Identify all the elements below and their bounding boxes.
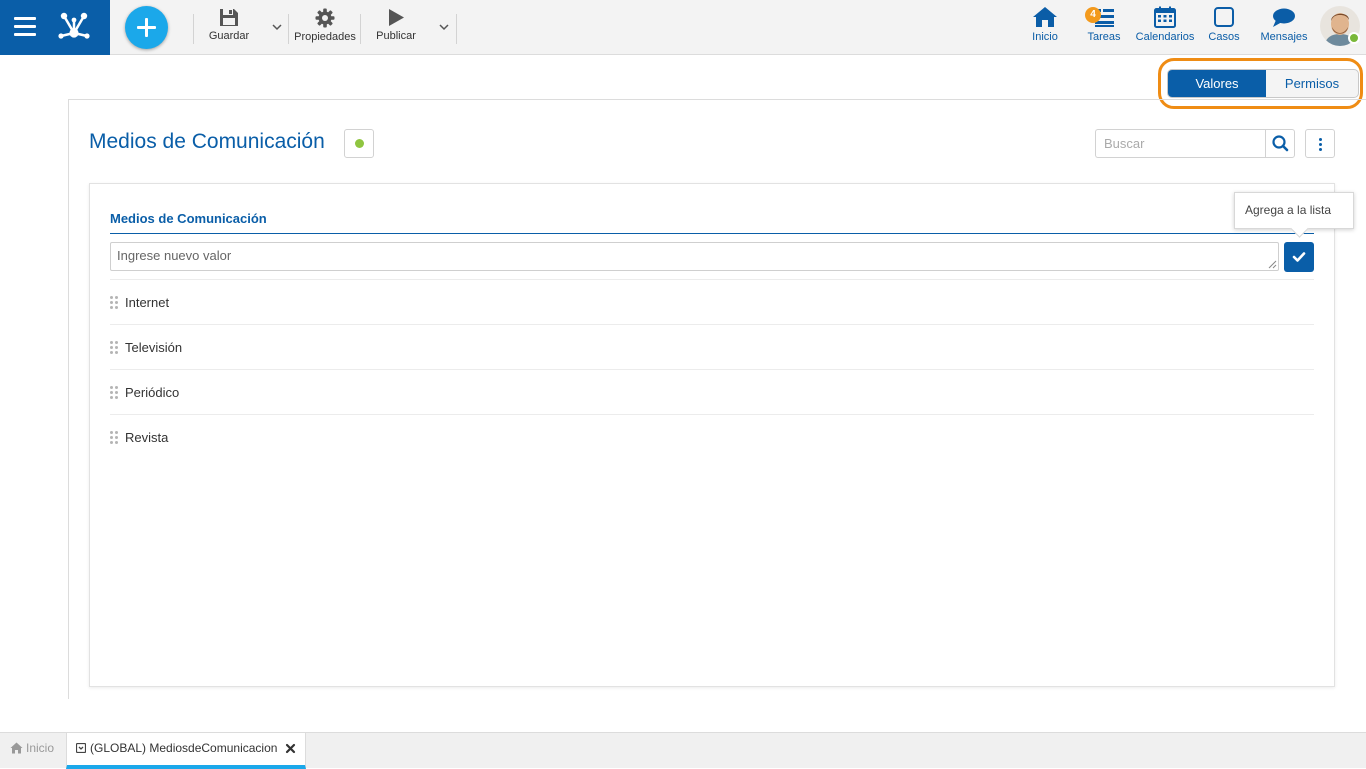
cases-icon: [1214, 7, 1234, 27]
top-bar: Guardar Propiedades Publicar Inicio 4 Ta…: [0, 0, 1366, 55]
gear-icon: [315, 8, 335, 28]
tab-home[interactable]: Inicio: [10, 741, 54, 755]
check-icon: [1292, 252, 1306, 262]
list-item-label: Internet: [125, 295, 170, 310]
home-icon: [1033, 7, 1057, 27]
add-to-list-tooltip: Agrega a la lista: [1234, 192, 1354, 229]
play-icon: [389, 9, 404, 26]
form-icon: [76, 743, 86, 753]
list-item[interactable]: Televisión: [110, 325, 1314, 370]
toolbar-separator: [193, 14, 194, 44]
bottom-tab-bar: Inicio (GLOBAL) MediosdeComunicacion: [0, 732, 1366, 769]
home-icon: [10, 742, 23, 754]
values-list: Internet Televisión Periódico Revista: [110, 279, 1314, 460]
nav-cases-label: Casos: [1208, 31, 1240, 43]
search-button[interactable]: [1265, 129, 1295, 158]
toolbar-separator: [360, 14, 361, 44]
save-button[interactable]: Guardar: [206, 8, 252, 42]
list-item-label: Periódico: [125, 385, 180, 400]
list-card-title: Medios de Comunicación: [110, 211, 267, 226]
publish-label: Publicar: [376, 30, 416, 42]
nav-cases[interactable]: Casos: [1206, 6, 1242, 43]
nav-home-label: Inicio: [1032, 31, 1058, 43]
tab-home-label: Inicio: [26, 741, 55, 755]
save-icon: [220, 9, 238, 26]
tab-active-document-label: (GLOBAL) MediosdeComunicacion: [90, 741, 278, 755]
create-new-button[interactable]: [125, 6, 168, 49]
publish-dropdown-chevron-icon[interactable]: [437, 20, 451, 34]
search-input[interactable]: [1095, 129, 1265, 158]
toggle-permissions[interactable]: Permisos: [1266, 70, 1358, 97]
toolbar-separator: [288, 14, 289, 44]
kebab-dot: [1319, 143, 1322, 146]
online-status-indicator: [1348, 32, 1360, 44]
close-icon[interactable]: [285, 743, 296, 754]
nav-messages[interactable]: Mensajes: [1258, 6, 1310, 43]
list-item[interactable]: Internet: [110, 280, 1314, 325]
status-button[interactable]: [344, 129, 374, 158]
logo-icon[interactable]: [56, 9, 92, 45]
drag-handle-icon[interactable]: [110, 431, 120, 444]
status-dot-icon: [355, 139, 364, 148]
toggle-values[interactable]: Valores: [1168, 70, 1266, 97]
tasks-count-badge: 4: [1085, 7, 1101, 23]
drag-handle-icon[interactable]: [110, 386, 120, 399]
new-value-input[interactable]: [110, 242, 1279, 271]
drag-handle-icon[interactable]: [110, 296, 120, 309]
publish-button[interactable]: Publicar: [372, 8, 420, 42]
more-options-button[interactable]: [1305, 129, 1335, 158]
search-icon: [1272, 135, 1289, 152]
nav-home[interactable]: Inicio: [1028, 6, 1062, 43]
list-item[interactable]: Revista: [110, 415, 1314, 460]
kebab-dot: [1319, 148, 1322, 151]
nav-calendars[interactable]: Calendarios: [1135, 6, 1195, 43]
list-item[interactable]: Periódico: [110, 370, 1314, 415]
save-label: Guardar: [208, 30, 250, 42]
view-toggle: Valores Permisos: [1167, 69, 1359, 98]
calendar-icon: [1154, 6, 1176, 28]
resize-handle-icon[interactable]: [1268, 260, 1277, 269]
brand-area: [0, 0, 110, 55]
nav-calendars-label: Calendarios: [1135, 31, 1195, 43]
nav-tasks[interactable]: 4 Tareas: [1084, 6, 1124, 43]
list-card-divider: [110, 233, 1314, 234]
menu-icon[interactable]: [14, 17, 36, 37]
tab-active-document[interactable]: (GLOBAL) MediosdeComunicacion: [66, 733, 306, 769]
page-title: Medios de Comunicación: [89, 130, 325, 153]
save-dropdown-chevron-icon[interactable]: [270, 20, 284, 34]
nav-tasks-label: Tareas: [1087, 31, 1121, 43]
drag-handle-icon[interactable]: [110, 341, 120, 354]
nav-messages-label: Mensajes: [1260, 31, 1308, 43]
kebab-dot: [1319, 138, 1322, 141]
properties-label: Propiedades: [294, 31, 356, 43]
properties-button[interactable]: Propiedades: [292, 8, 358, 43]
list-item-label: Revista: [125, 430, 169, 445]
toolbar-separator: [456, 14, 457, 44]
chat-bubble-icon: [1273, 8, 1295, 27]
add-to-list-button[interactable]: [1284, 242, 1314, 272]
list-item-label: Televisión: [125, 340, 183, 355]
